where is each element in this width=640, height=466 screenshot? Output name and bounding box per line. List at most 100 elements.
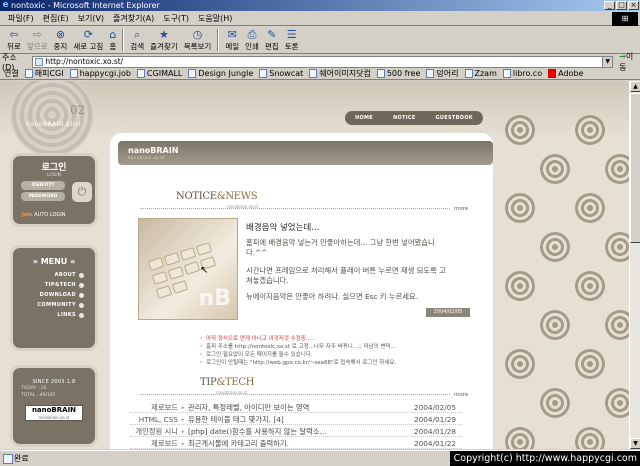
favorites-button[interactable]: ★ 즐겨찾기 — [147, 27, 181, 53]
menu-file[interactable]: 파일(F) — [8, 13, 34, 24]
forward-button[interactable]: ⇨ 앞으로 — [24, 27, 51, 53]
site-logo[interactable]: nanoBRAIN.blist — [26, 121, 81, 128]
scroll-down-icon[interactable]: ▼ — [630, 438, 640, 449]
edit-button[interactable]: ✎ 편집 — [262, 27, 282, 53]
row-title[interactable]: [php] date()함수를 사용하지 않는 달력소... — [188, 427, 414, 436]
page-icon — [259, 69, 268, 78]
keyboard-key — [167, 266, 185, 280]
menu-item-about[interactable]: ABOUT — [13, 272, 84, 278]
tip-more-link[interactable]: more — [451, 392, 469, 398]
menu-view[interactable]: 보기(V) — [78, 13, 104, 24]
row-category: 제로보드 — [151, 403, 178, 412]
nanobrain-badge[interactable]: nanoBRAIN nanobrain.xo.st — [25, 405, 83, 421]
menu-item-download[interactable]: DOWNLOAD — [13, 292, 84, 298]
copyright-text: Copyright(c) http://www.happycgi.com — [449, 451, 640, 466]
link-dungeori[interactable]: 덩어리 — [426, 68, 459, 79]
identity-field[interactable]: IDENTITY — [21, 181, 65, 190]
refresh-button[interactable]: ⟳ 새로 고침 — [70, 27, 106, 53]
row-category: 제로보드 — [151, 439, 178, 448]
print-button[interactable]: ⎙ 인쇄 — [242, 27, 262, 53]
arrow-icon: ▸ — [181, 441, 185, 447]
history-button[interactable]: ◷ 목록보기 — [181, 27, 215, 53]
link-happycgi-job[interactable]: happycgi.job — [69, 69, 131, 78]
row-title[interactable]: 유용한 테이블 태그 몇가지. [4] — [188, 415, 414, 424]
decorative-ring — [575, 271, 605, 301]
link-adobe[interactable]: Adobe — [548, 69, 583, 78]
notice-headline[interactable]: 배경음악 넣었는데... — [246, 221, 319, 233]
address-dropdown-icon[interactable]: ▼ — [602, 56, 613, 67]
link-happycgi[interactable]: 해피CGI — [24, 68, 64, 79]
status-text: 완료 — [0, 453, 29, 464]
mail-button[interactable]: ✉ 메일 — [222, 27, 242, 53]
menu-favorites[interactable]: 즐겨찾기(A) — [113, 13, 154, 24]
decorative-ring — [575, 349, 605, 379]
keyboard-key — [163, 252, 181, 266]
refresh-icon: ⟳ — [83, 28, 93, 41]
scroll-up-icon[interactable]: ▲ — [630, 81, 640, 92]
link-zzam[interactable]: Zzam — [464, 69, 497, 78]
stop-label: 중지 — [53, 42, 68, 51]
table-row[interactable]: 제로보드 ▸ 관리자, 특정레벨, 아이디만 보이는 영역 2004/02/05 — [130, 403, 462, 413]
menu-item-links[interactable]: LINKS — [13, 312, 84, 318]
site-logo-graphic — [10, 81, 94, 157]
nav-notice[interactable]: NOTICE — [393, 115, 416, 121]
link-label: 해피CGI — [34, 69, 64, 78]
menu-panel: » MENU « ABOUT TIP&TECH DOWNLOAD COMMUNI… — [10, 245, 98, 351]
badge-url: nanobrain.xo.st — [38, 415, 70, 420]
link-label: 쉐어이미지닷컴 — [319, 69, 371, 78]
link-libro[interactable]: libro.co — [502, 69, 542, 78]
stop-button[interactable]: ⊗ 중지 — [51, 27, 71, 53]
minimize-button[interactable]: _ — [604, 1, 615, 10]
page-icon — [24, 69, 33, 78]
menu-item-label: DOWNLOAD — [39, 292, 76, 298]
badge-title: nanoBRAIN — [31, 406, 77, 414]
menu-edit[interactable]: 편집(E) — [43, 13, 69, 24]
row-title[interactable]: 관리자, 특정레벨, 아이디만 보이는 영역 — [188, 403, 414, 412]
address-input[interactable]: http://nontoxic.xo.st/ ▼ — [32, 55, 614, 68]
close-button[interactable]: × — [628, 1, 639, 10]
join-link[interactable]: Join — [22, 212, 33, 218]
back-button[interactable]: ⇦ 뒤로 — [4, 27, 24, 53]
table-row[interactable]: 개인정원 시니 ▸ [php] date()함수를 사용하지 않는 달력소... 20… — [130, 427, 462, 437]
edit-icon: ✎ — [267, 28, 277, 41]
scroll-thumb[interactable] — [630, 93, 640, 243]
notice-more-link[interactable]: more — [451, 206, 469, 212]
link-cgimall[interactable]: CGIMALL — [136, 69, 182, 78]
row-date: 2004/01/28 — [414, 427, 457, 436]
page-icon — [136, 69, 145, 78]
menu-tools[interactable]: 도구(T) — [163, 13, 189, 24]
bullet-icon — [79, 272, 84, 278]
menu-help[interactable]: 도움말(H) — [198, 13, 232, 24]
link-shareimage[interactable]: 쉐어이미지닷컴 — [309, 68, 371, 79]
link-label: Snowcat — [269, 69, 304, 78]
menu-item-tiptech[interactable]: TIP&TECH — [13, 282, 84, 288]
nav-guestbook[interactable]: GUESTBOOK — [436, 115, 473, 121]
row-title[interactable]: 최근게시물에 카테고리 출력하기. — [188, 439, 414, 448]
stats-panel: SINCE 2003.1.8 TODAY : 18 TOTAL : 49/165… — [10, 365, 98, 447]
nav-home[interactable]: HOME — [355, 115, 373, 121]
auto-login-option[interactable]: Join AUTO LOGIN — [22, 212, 65, 218]
page-icon — [309, 69, 318, 78]
discuss-button[interactable]: ☰ 토론 — [282, 27, 302, 53]
link-snowcat[interactable]: Snowcat — [259, 69, 303, 78]
favorites-icon: ★ — [158, 28, 169, 41]
logo-number: 02 — [70, 103, 86, 117]
decorative-ring — [540, 232, 570, 262]
table-row[interactable]: 제로보드 ▸ 최근게시물에 카테고리 출력하기. 2004/01/22 — [130, 439, 462, 449]
notice-paragraph-1: 홈피에 배경음악 넣는거 안좋아하는데... 그냥 한번 넣어봤습니다.^^ — [246, 238, 435, 257]
link-design-jungle[interactable]: Design Jungle — [188, 69, 253, 78]
search-button[interactable]: ⌕ 검색 — [127, 27, 147, 53]
toolbar-separator — [122, 29, 125, 51]
vertical-scrollbar[interactable]: ▲ ▼ — [629, 81, 640, 449]
home-button[interactable]: ⌂ 홈 — [106, 27, 119, 53]
row-category: 개인정원 시니 — [135, 427, 178, 436]
row-category: HTML, CSS — [138, 415, 178, 424]
password-field[interactable]: PASSWORD — [21, 192, 65, 201]
menu-item-community[interactable]: COMMUNITY — [13, 302, 84, 308]
login-power-button[interactable]: ⏻ — [72, 182, 92, 202]
maximize-button[interactable]: □ — [616, 1, 627, 10]
keyboard-key — [179, 247, 197, 261]
link-500free[interactable]: 500 free — [376, 69, 420, 78]
print-label: 인쇄 — [245, 42, 259, 51]
table-row[interactable]: HTML, CSS ▸ 유용한 테이블 태그 몇가지. [4] 2004/01/29 — [130, 415, 462, 425]
